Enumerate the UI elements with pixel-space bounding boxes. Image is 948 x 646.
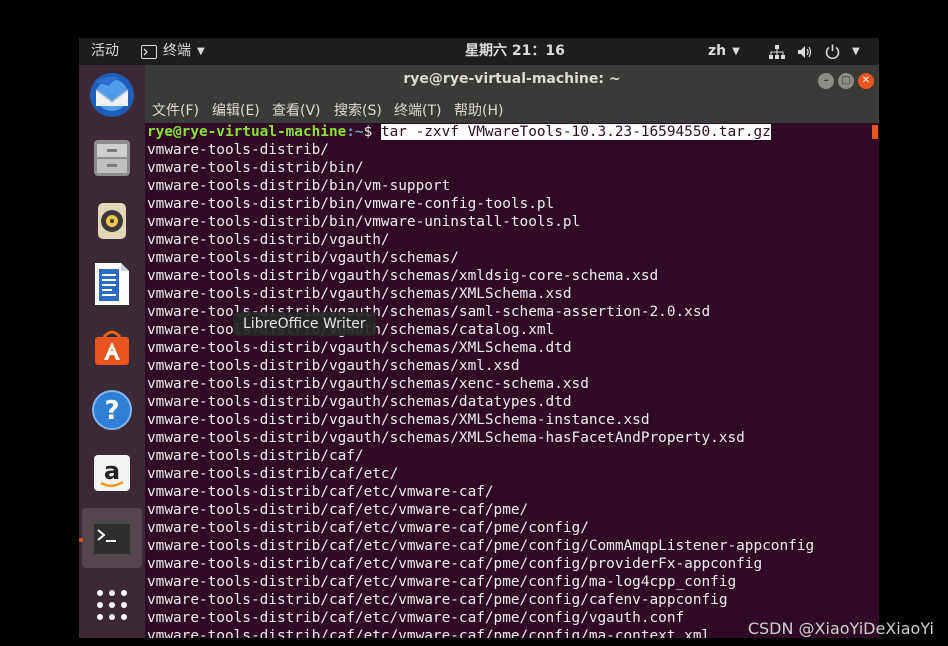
- input-method-menu[interactable]: zh ▼: [708, 38, 740, 65]
- close-icon: ✕: [861, 75, 871, 86]
- dock-item-terminal[interactable]: [82, 508, 142, 568]
- menu-view[interactable]: 查看(V): [272, 99, 321, 123]
- desktop-screen: 活动 终端 ▼ 星期六 21：16 zh ▼ ▼ ? a rye@rye-vir…: [79, 38, 879, 638]
- rhythmbox-icon: [98, 203, 126, 239]
- dock-item-software-center[interactable]: [82, 317, 142, 377]
- chevron-down-icon: ▼: [197, 46, 205, 57]
- prompt-sign: $: [363, 124, 381, 140]
- menu-terminal[interactable]: 终端(T): [394, 99, 441, 123]
- power-icon: [825, 44, 840, 59]
- output-line: vmware-tools-distrib/bin/: [147, 160, 364, 176]
- dock-item-help[interactable]: ?: [82, 380, 142, 440]
- command-text: tar -zxvf VMwareTools-10.3.23-16594550.t…: [380, 124, 771, 140]
- output-line: vmware-tools-distrib/caf/etc/vmware-caf/…: [147, 556, 763, 572]
- volume-icon: [798, 45, 812, 58]
- window-title: rye@rye-virtual-machine: ~: [403, 71, 621, 87]
- dock-tooltip: LibreOffice Writer: [233, 312, 376, 336]
- running-indicator: [79, 538, 83, 542]
- output-line: vmware-tools-distrib/vgauth/schemas/xml.…: [147, 358, 520, 374]
- software-center-icon: [95, 330, 129, 365]
- output-line: vmware-tools-distrib/caf/etc/vmware-caf/…: [147, 592, 728, 608]
- dock-item-files[interactable]: [82, 128, 142, 188]
- output-line: vmware-tools-distrib/caf/etc/vmware-caf/…: [147, 574, 737, 590]
- thunderbird-icon: [90, 73, 134, 117]
- output-line: vmware-tools-distrib/vgauth/schemas/XMLS…: [147, 412, 650, 428]
- prompt-line: rye@rye-virtual-machine:~$ tar -zxvf VMw…: [147, 123, 771, 141]
- activities-button[interactable]: 活动: [91, 38, 119, 65]
- output-line: vmware-tools-distrib/caf/etc/vmware-caf/…: [147, 610, 685, 626]
- dock-item-libreoffice-writer[interactable]: [82, 254, 142, 314]
- dock-item-rhythmbox[interactable]: [82, 191, 142, 251]
- output-line: vmware-tools-distrib/caf/etc/vmware-caf/…: [147, 520, 589, 536]
- terminal-icon: [92, 520, 132, 556]
- chevron-down-icon: ▼: [732, 46, 740, 57]
- dock-item-thunderbird[interactable]: [82, 65, 142, 125]
- output-line: vmware-tools-distrib/vgauth/schemas/xmld…: [147, 268, 659, 284]
- top-bar: 活动 终端 ▼ 星期六 21：16 zh ▼ ▼: [79, 38, 879, 65]
- output-line: vmware-tools-distrib/vgauth/: [147, 232, 390, 248]
- output-line: vmware-tools-distrib/caf/: [147, 448, 364, 464]
- output-line: vmware-tools-distrib/caf/etc/vmware-caf/: [147, 484, 494, 500]
- show-apps-icon: [97, 590, 127, 620]
- output-line: vmware-tools-distrib/bin/vmware-config-t…: [147, 196, 555, 212]
- clock[interactable]: 星期六 21：16: [465, 38, 565, 65]
- output-line: vmware-tools-distrib/vgauth/schemas/XMLS…: [147, 430, 745, 446]
- network-icon: [769, 44, 785, 59]
- amazon-icon: a: [94, 455, 130, 491]
- minimize-icon: –: [823, 75, 829, 86]
- terminal-window: rye@rye-virtual-machine: ~ – □ ✕ 文件(F) 编…: [145, 65, 879, 638]
- menu-bar: 文件(F) 编辑(E) 查看(V) 搜索(S) 终端(T) 帮助(H): [145, 97, 879, 123]
- output-line: vmware-tools-distrib/: [147, 142, 329, 158]
- close-button[interactable]: ✕: [858, 73, 874, 89]
- svg-text:?: ?: [104, 396, 119, 426]
- output-line: vmware-tools-distrib/bin/vmware-uninstal…: [147, 214, 581, 230]
- menu-edit[interactable]: 编辑(E): [212, 99, 260, 123]
- system-menu[interactable]: ▼: [769, 38, 860, 65]
- text-cursor: [872, 125, 878, 139]
- output-line: vmware-tools-distrib/vgauth/schemas/data…: [147, 394, 572, 410]
- terminal-output[interactable]: rye@rye-virtual-machine:~$ tar -zxvf VMw…: [145, 123, 879, 638]
- output-line: vmware-tools-distrib/vgauth/schemas/: [147, 250, 459, 266]
- svg-text:a: a: [104, 457, 120, 485]
- chevron-down-icon: ▼: [852, 46, 860, 57]
- menu-help[interactable]: 帮助(H): [454, 99, 503, 123]
- output-line: vmware-tools-distrib/bin/vm-support: [147, 178, 451, 194]
- maximize-button[interactable]: □: [838, 73, 854, 89]
- terminal-small-icon: [141, 44, 157, 59]
- app-menu[interactable]: 终端 ▼: [141, 38, 205, 65]
- output-line: vmware-tools-distrib/vgauth/schemas/XMLS…: [147, 340, 572, 356]
- output-line: vmware-tools-distrib/vgauth/schemas/saml…: [147, 304, 711, 320]
- help-icon: ?: [92, 390, 132, 430]
- libreoffice-writer-icon: [95, 263, 129, 305]
- output-line: vmware-tools-distrib/vgauth/schemas/xenc…: [147, 376, 589, 392]
- app-menu-label: 终端: [163, 43, 191, 59]
- dock: ? a: [79, 65, 145, 638]
- output-line: vmware-tools-distrib/caf/etc/: [147, 466, 399, 482]
- menu-search[interactable]: 搜索(S): [334, 99, 382, 123]
- maximize-icon: □: [841, 75, 851, 86]
- output-line: vmware-tools-distrib/caf/etc/vmware-caf/…: [147, 628, 711, 638]
- menu-file[interactable]: 文件(F): [152, 99, 199, 123]
- output-line: vmware-tools-distrib/vgauth/schemas/XMLS…: [147, 286, 572, 302]
- dock-item-amazon[interactable]: a: [82, 443, 142, 503]
- watermark: CSDN @XiaoYiDeXiaoYi: [747, 619, 934, 638]
- prompt-user: rye@rye-virtual-machine: [147, 124, 347, 140]
- input-method-label: zh: [708, 43, 727, 59]
- prompt-path: :~: [346, 124, 364, 140]
- window-titlebar[interactable]: rye@rye-virtual-machine: ~ – □ ✕: [145, 65, 879, 97]
- dock-item-show-apps[interactable]: [82, 575, 142, 635]
- minimize-button[interactable]: –: [818, 73, 834, 89]
- files-icon: [94, 140, 130, 176]
- output-line: vmware-tools-distrib/caf/etc/vmware-caf/…: [147, 502, 529, 518]
- output-line: vmware-tools-distrib/caf/etc/vmware-caf/…: [147, 538, 815, 554]
